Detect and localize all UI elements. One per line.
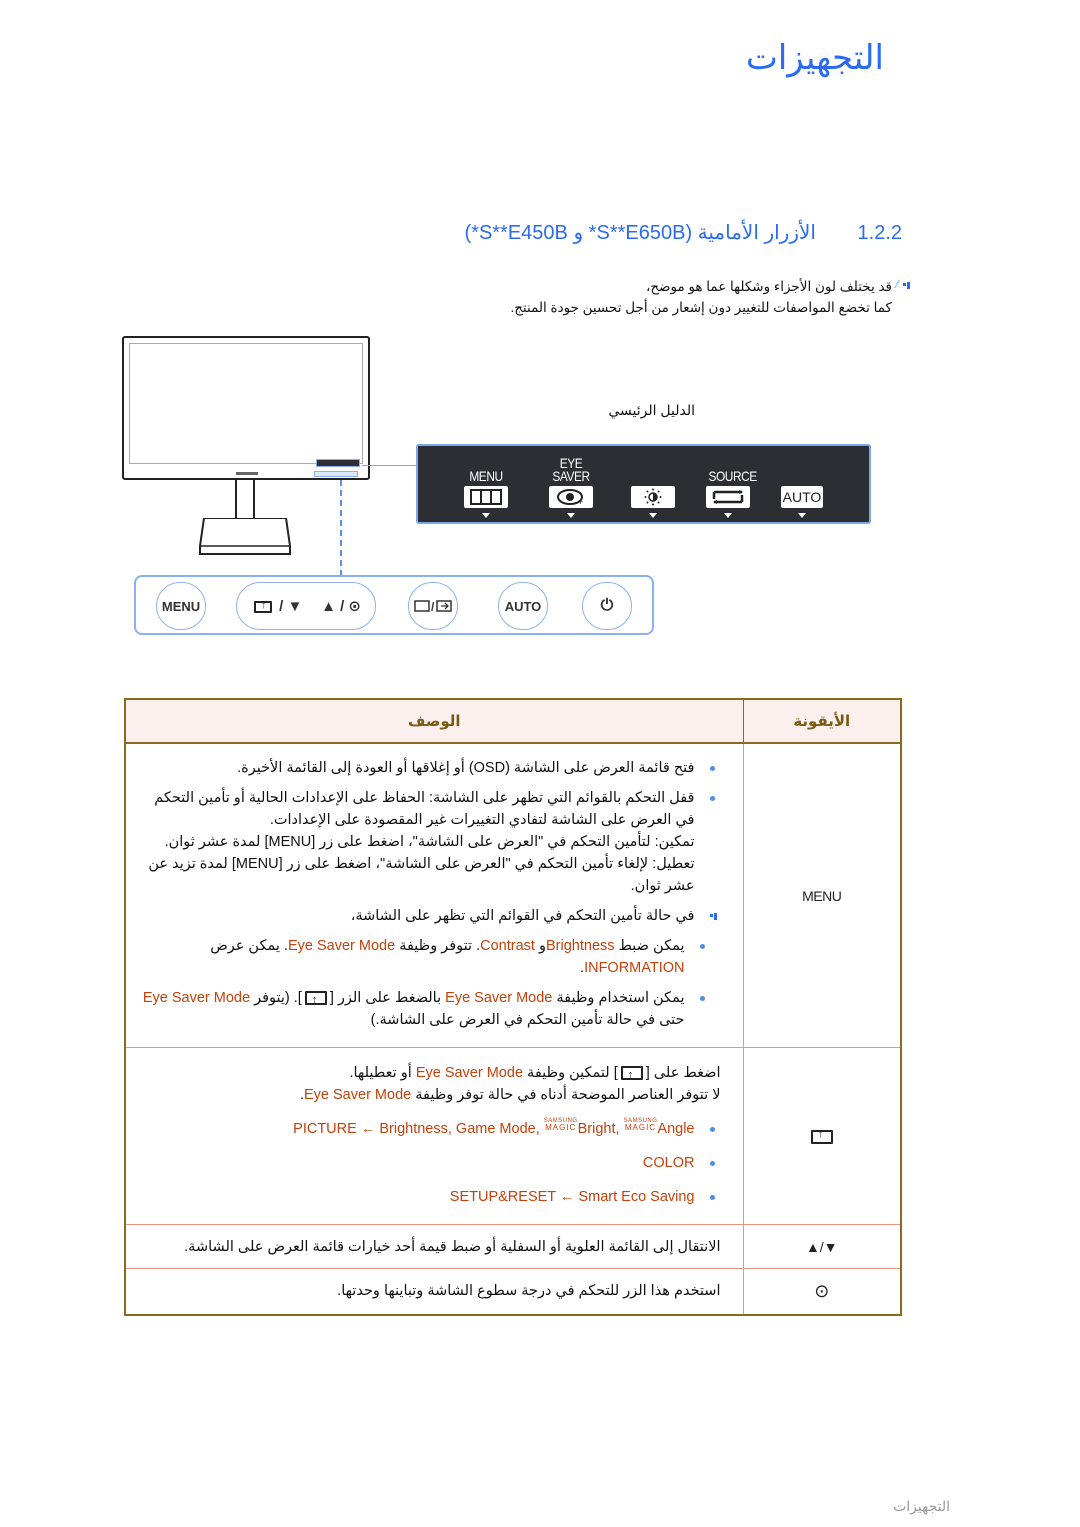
eye-saver-down-label: / ▼ bbox=[251, 598, 302, 615]
table-row: اضغط على [] لتمكين وظيفة Eye Saver Mode … bbox=[124, 1047, 902, 1225]
arrow-down-icon bbox=[649, 513, 657, 518]
svg-text:/: / bbox=[431, 600, 435, 614]
arrow-down-icon bbox=[724, 513, 732, 518]
table-row: استخدم هذا الزر للتحكم في درجة سطوع الشا… bbox=[124, 1268, 902, 1315]
list-item: يمكن ضبط Brightnessو Contrast. تتوفر وظي… bbox=[140, 935, 721, 979]
note-line-1: قد يختلف لون الأجزاء وشكلها عما هو موضح، bbox=[645, 279, 892, 294]
menu-key-label: MENU bbox=[742, 742, 902, 1048]
table-row: فتح قائمة العرض على الشاشة (OSD) أو إغلا… bbox=[124, 742, 902, 1048]
key-guide-label: الدليل الرئيسي bbox=[608, 402, 695, 418]
eye-saver-up-down-button[interactable]: / ▼ ▲ / ⊙ bbox=[236, 582, 376, 630]
samsung-magic-logo: SAMSUNG MAGIC bbox=[623, 1118, 658, 1132]
table-header-row: الوصف الأيقونة bbox=[124, 698, 902, 744]
eye-saver-icon: + bbox=[549, 486, 593, 508]
leader-line-dashed bbox=[340, 480, 342, 576]
up-down-description: الانتقال إلى القائمة العلوية أو السفلية … bbox=[124, 1224, 744, 1269]
list-item: يمكن استخدام وظيفة Eye Saver Mode بالضغط… bbox=[140, 987, 721, 1031]
menu-button[interactable]: MENU bbox=[156, 582, 206, 630]
source-icon bbox=[706, 486, 750, 508]
brightness-key-label: ⊙ bbox=[742, 1268, 902, 1315]
key-guide-panel: MENU EYE SAVER + SOURCE AUTO bbox=[416, 444, 871, 524]
list-item: SETUP&RESET ← Smart Eco Saving bbox=[140, 1186, 721, 1208]
note-icon bbox=[703, 911, 719, 921]
section-title: الأزرار الأمامية (S**E650B* و S**E450B*) bbox=[464, 222, 816, 244]
source-enter-icon: / bbox=[414, 600, 452, 614]
eye-saver-key-icon bbox=[304, 989, 327, 1011]
eye-saver-key-icon bbox=[810, 1128, 833, 1145]
arrow-down-icon bbox=[567, 513, 575, 518]
note-item: في حالة تأمين التحكم في القوائم التي تظه… bbox=[140, 905, 721, 927]
menu-description: فتح قائمة العرض على الشاشة (OSD) أو إغلا… bbox=[124, 742, 744, 1048]
eye-saver-key-icon bbox=[254, 599, 272, 613]
monitor-screen bbox=[129, 343, 363, 464]
list-item: قفل التحكم بالقوائم التي تظهر على الشاشة… bbox=[140, 787, 721, 897]
guide-key-source: SOURCE bbox=[705, 469, 757, 518]
eye-saver-key-icon bbox=[620, 1064, 643, 1086]
auto-icon: AUTO bbox=[781, 486, 823, 508]
table-row: الانتقال إلى القائمة العلوية أو السفلية … bbox=[124, 1224, 902, 1269]
brightness-icon bbox=[631, 486, 675, 508]
monitor-key-guide bbox=[316, 459, 360, 467]
section-number: 1.2.2 bbox=[857, 222, 902, 244]
guide-key-auto: AUTO bbox=[780, 483, 824, 518]
list-item: فتح قائمة العرض على الشاشة (OSD) أو إغلا… bbox=[140, 757, 721, 779]
menu-grid-icon bbox=[464, 486, 508, 508]
button-description-table: الوصف الأيقونة فتح قائمة العرض على الشاش… bbox=[124, 698, 902, 1316]
front-button-strip: MENU / ▼ ▲ / ⊙ / AUTO ⏻ bbox=[134, 575, 654, 635]
leader-line bbox=[362, 465, 420, 466]
samsung-magic-logo: SAMSUNG MAGIC bbox=[543, 1118, 578, 1132]
eye-saver-description: اضغط على [] لتمكين وظيفة Eye Saver Mode … bbox=[124, 1047, 744, 1225]
up-brightness-label: ▲ / ⊙ bbox=[321, 598, 361, 615]
up-down-key-label: ▲/▼ bbox=[742, 1224, 902, 1269]
page-footer: التجهيزات bbox=[893, 1498, 950, 1514]
arrow-down-icon bbox=[798, 513, 806, 518]
monitor-button-strip bbox=[314, 471, 358, 477]
note-block: قد يختلف لون الأجزاء وشكلها عما هو موضح،… bbox=[510, 276, 910, 318]
list-item: COLOR bbox=[140, 1152, 721, 1174]
svg-text:+: + bbox=[578, 497, 583, 506]
source-enter-button[interactable]: / bbox=[408, 582, 458, 630]
header-description: الوصف bbox=[124, 698, 744, 744]
header-icon: الأيقونة bbox=[742, 698, 902, 744]
auto-button[interactable]: AUTO bbox=[498, 582, 548, 630]
note-line-2: كما تخضع المواصفات للتغيير دون إشعار من … bbox=[510, 300, 892, 315]
list-item: PICTURE ← Brightness, Game Mode, SAMSUNG… bbox=[140, 1118, 721, 1140]
monitor-base bbox=[198, 517, 292, 556]
eye-saver-key-cell bbox=[742, 1047, 902, 1225]
section-heading: 1.2.2 الأزرار الأمامية (S**E650B* و S**E… bbox=[464, 220, 902, 245]
monitor-illustration bbox=[122, 336, 370, 480]
note-icon bbox=[893, 280, 912, 290]
brightness-description: استخدم هذا الزر للتحكم في درجة سطوع الشا… bbox=[124, 1268, 744, 1315]
power-button[interactable]: ⏻ bbox=[582, 582, 632, 630]
guide-key-brightness bbox=[630, 483, 676, 518]
page-title: التجهيزات bbox=[745, 39, 884, 77]
guide-key-eye-saver: EYE SAVER + bbox=[548, 456, 594, 518]
guide-key-menu: MENU bbox=[463, 469, 509, 518]
arrow-down-icon bbox=[482, 513, 490, 518]
samsung-logo bbox=[236, 472, 258, 475]
